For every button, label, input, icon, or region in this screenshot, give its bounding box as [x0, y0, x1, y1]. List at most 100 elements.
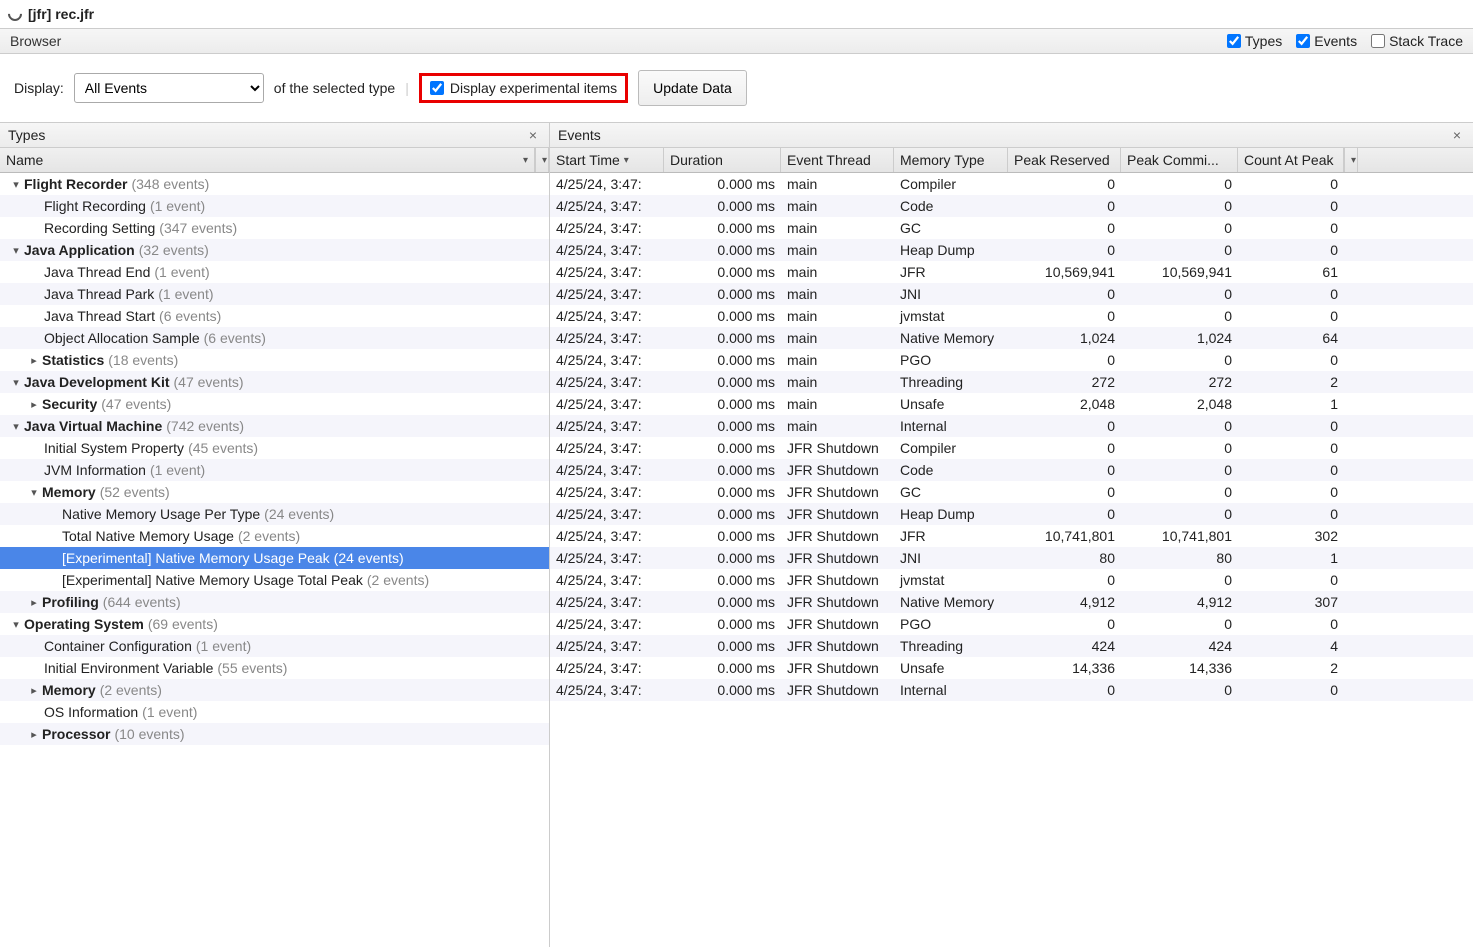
tree-item-count: (347 events) — [159, 220, 237, 236]
events-checkbox[interactable]: Events — [1296, 33, 1357, 49]
table-row[interactable]: 4/25/24, 3:47:0.000 msJFR ShutdownHeap D… — [550, 503, 1473, 525]
table-row[interactable]: 4/25/24, 3:47:0.000 msJFR ShutdownUnsafe… — [550, 657, 1473, 679]
col-peak-reserved[interactable]: Peak Reserved — [1008, 148, 1121, 172]
expand-icon[interactable]: ▸ — [28, 728, 40, 741]
table-row[interactable]: 4/25/24, 3:47:0.000 msmainPGO000 — [550, 349, 1473, 371]
update-button[interactable]: Update Data — [638, 70, 747, 106]
tree-item[interactable]: Recording Setting(347 events) — [0, 217, 549, 239]
expand-icon[interactable]: ▾ — [10, 178, 22, 191]
col-start-time[interactable]: Start Time ▾ — [550, 148, 664, 172]
table-row[interactable]: 4/25/24, 3:47:0.000 msmainCompiler000 — [550, 173, 1473, 195]
tree-item[interactable]: JVM Information(1 event) — [0, 459, 549, 481]
expand-icon[interactable]: ▸ — [28, 596, 40, 609]
cell-start: 4/25/24, 3:47: — [550, 550, 664, 566]
cell-thread: JFR Shutdown — [781, 594, 894, 610]
table-row[interactable]: 4/25/24, 3:47:0.000 msJFR Shutdownjvmsta… — [550, 569, 1473, 591]
events-table[interactable]: 4/25/24, 3:47:0.000 msmainCompiler0004/2… — [550, 173, 1473, 947]
table-row[interactable]: 4/25/24, 3:47:0.000 msmainThreading27227… — [550, 371, 1473, 393]
tree-item[interactable]: Java Thread Start(6 events) — [0, 305, 549, 327]
expand-icon[interactable]: ▾ — [28, 486, 40, 499]
cell-peak-reserved: 0 — [1008, 418, 1121, 434]
tree-item[interactable]: Java Thread Park(1 event) — [0, 283, 549, 305]
tree-item[interactable]: ▸Memory(2 events) — [0, 679, 549, 701]
expand-icon[interactable]: ▸ — [28, 398, 40, 411]
experimental-checkbox[interactable]: Display experimental items — [419, 73, 628, 103]
expand-icon[interactable]: ▸ — [28, 684, 40, 697]
tree-item[interactable]: Total Native Memory Usage(2 events) — [0, 525, 549, 547]
table-row[interactable]: 4/25/24, 3:47:0.000 msJFR ShutdownJNI808… — [550, 547, 1473, 569]
tree-item[interactable]: Initial Environment Variable(55 events) — [0, 657, 549, 679]
tree-item[interactable]: ▸Security(47 events) — [0, 393, 549, 415]
col-duration[interactable]: Duration — [664, 148, 781, 172]
table-row[interactable]: 4/25/24, 3:47:0.000 msJFR ShutdownJFR10,… — [550, 525, 1473, 547]
tree-item[interactable]: ▾Operating System(69 events) — [0, 613, 549, 635]
cell-peak-committed: 14,336 — [1121, 660, 1238, 676]
tree-item[interactable]: Native Memory Usage Per Type(24 events) — [0, 503, 549, 525]
types-checkbox[interactable]: Types — [1227, 33, 1282, 49]
col-peak-committed[interactable]: Peak Commi... — [1121, 148, 1238, 172]
tree-item-count: (6 events) — [204, 330, 266, 346]
tree-item[interactable]: ▾Java Development Kit(47 events) — [0, 371, 549, 393]
cell-count-at-peak: 0 — [1238, 352, 1344, 368]
tree-item[interactable]: OS Information(1 event) — [0, 701, 549, 723]
table-row[interactable]: 4/25/24, 3:47:0.000 msJFR ShutdownPGO000 — [550, 613, 1473, 635]
tree-item[interactable]: Java Thread End(1 event) — [0, 261, 549, 283]
tree-item-label: Flight Recorder — [24, 176, 127, 192]
tree-item[interactable]: ▾Java Application(32 events) — [0, 239, 549, 261]
expand-icon[interactable]: ▸ — [28, 354, 40, 367]
tree-item[interactable]: ▸Statistics(18 events) — [0, 349, 549, 371]
table-row[interactable]: 4/25/24, 3:47:0.000 msmainInternal000 — [550, 415, 1473, 437]
expand-icon[interactable]: ▾ — [10, 244, 22, 257]
column-menu-icon[interactable]: ▾ — [535, 148, 549, 172]
column-menu-icon[interactable]: ▾ — [1344, 148, 1358, 172]
table-row[interactable]: 4/25/24, 3:47:0.000 msmainGC000 — [550, 217, 1473, 239]
cell-start: 4/25/24, 3:47: — [550, 308, 664, 324]
table-row[interactable]: 4/25/24, 3:47:0.000 msmainNative Memory1… — [550, 327, 1473, 349]
table-row[interactable]: 4/25/24, 3:47:0.000 msJFR ShutdownCompil… — [550, 437, 1473, 459]
close-types-icon[interactable]: × — [525, 127, 541, 143]
cell-peak-reserved: 14,336 — [1008, 660, 1121, 676]
table-row[interactable]: 4/25/24, 3:47:0.000 msmainJNI000 — [550, 283, 1473, 305]
expand-icon[interactable]: ▾ — [10, 420, 22, 433]
tree-item[interactable]: [Experimental] Native Memory Usage Total… — [0, 569, 549, 591]
tree-item[interactable]: ▾Java Virtual Machine(742 events) — [0, 415, 549, 437]
chevron-down-icon: ▾ — [624, 155, 629, 166]
table-row[interactable]: 4/25/24, 3:47:0.000 msmainHeap Dump000 — [550, 239, 1473, 261]
name-column-header[interactable]: Name ▾ — [0, 148, 535, 172]
tree-item[interactable]: ▾Flight Recorder(348 events) — [0, 173, 549, 195]
table-row[interactable]: 4/25/24, 3:47:0.000 msJFR ShutdownCode00… — [550, 459, 1473, 481]
table-row[interactable]: 4/25/24, 3:47:0.000 msmainCode000 — [550, 195, 1473, 217]
tree-item-label: JVM Information — [44, 462, 146, 478]
table-row[interactable]: 4/25/24, 3:47:0.000 msmainjvmstat000 — [550, 305, 1473, 327]
tree-item[interactable]: Object Allocation Sample(6 events) — [0, 327, 549, 349]
table-row[interactable]: 4/25/24, 3:47:0.000 msJFR ShutdownThread… — [550, 635, 1473, 657]
tree-item[interactable]: [Experimental] Native Memory Usage Peak(… — [0, 547, 549, 569]
tree-item[interactable]: Initial System Property(45 events) — [0, 437, 549, 459]
cell-count-at-peak: 0 — [1238, 176, 1344, 192]
table-row[interactable]: 4/25/24, 3:47:0.000 msmainJFR10,569,9411… — [550, 261, 1473, 283]
table-row[interactable]: 4/25/24, 3:47:0.000 msJFR ShutdownIntern… — [550, 679, 1473, 701]
table-row[interactable]: 4/25/24, 3:47:0.000 msJFR ShutdownNative… — [550, 591, 1473, 613]
display-select[interactable]: All Events — [74, 73, 264, 103]
table-row[interactable]: 4/25/24, 3:47:0.000 msJFR ShutdownGC000 — [550, 481, 1473, 503]
col-memory-type[interactable]: Memory Type — [894, 148, 1008, 172]
table-row[interactable]: 4/25/24, 3:47:0.000 msmainUnsafe2,0482,0… — [550, 393, 1473, 415]
cell-peak-committed: 0 — [1121, 440, 1238, 456]
cell-duration: 0.000 ms — [664, 682, 781, 698]
tree-item[interactable]: ▸Profiling(644 events) — [0, 591, 549, 613]
expand-icon[interactable]: ▾ — [10, 618, 22, 631]
cell-thread: JFR Shutdown — [781, 506, 894, 522]
stack-checkbox[interactable]: Stack Trace — [1371, 33, 1463, 49]
col-event-thread[interactable]: Event Thread — [781, 148, 894, 172]
cell-memory: Unsafe — [894, 660, 1008, 676]
close-events-icon[interactable]: × — [1449, 127, 1465, 143]
tree-item[interactable]: ▸Processor(10 events) — [0, 723, 549, 745]
tree-item-count: (24 events) — [334, 550, 404, 566]
tree-item[interactable]: Flight Recording(1 event) — [0, 195, 549, 217]
tree-item[interactable]: ▾Memory(52 events) — [0, 481, 549, 503]
types-tree[interactable]: ▾Flight Recorder(348 events)Flight Recor… — [0, 173, 549, 947]
tree-item[interactable]: Container Configuration(1 event) — [0, 635, 549, 657]
expand-icon[interactable]: ▾ — [10, 376, 22, 389]
col-count-at-peak[interactable]: Count At Peak — [1238, 148, 1344, 172]
cell-memory: Internal — [894, 418, 1008, 434]
